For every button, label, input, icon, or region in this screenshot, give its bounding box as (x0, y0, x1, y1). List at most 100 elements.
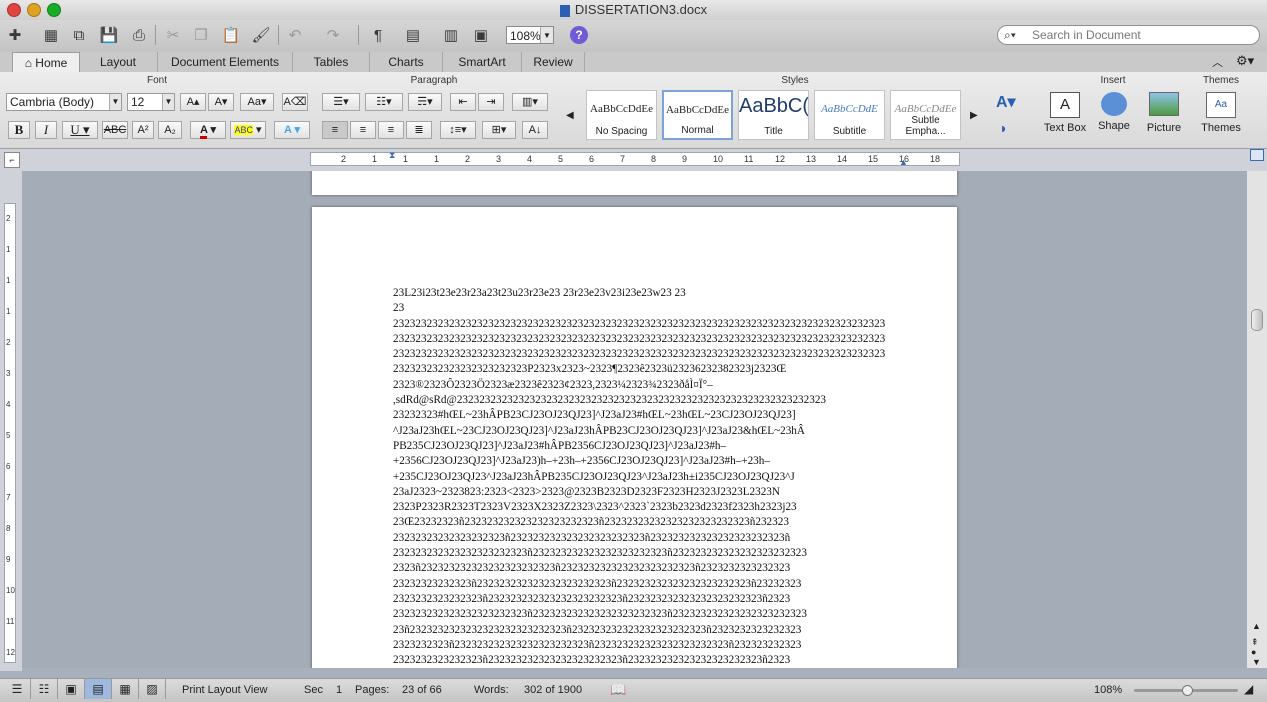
bullets-button[interactable]: ☰▾ (322, 93, 360, 111)
text-line[interactable]: 23ñ2323232323232323232323232323ñ23232323… (393, 623, 903, 638)
split-view-icon[interactable] (1250, 149, 1264, 161)
document-page[interactable]: 23L23i23t23e23r23a23t23u23r23e23 23r23e2… (312, 207, 957, 668)
vertical-scrollbar[interactable]: ▲ ⇞ ● ▼ (1247, 171, 1267, 668)
tab-charts[interactable]: Charts (370, 52, 443, 72)
right-indent-marker[interactable]: ▲ (899, 157, 908, 167)
scrollbar-thumb[interactable] (1251, 309, 1263, 331)
text-line[interactable]: 2323232323232323ñ23232323232323232323232… (393, 653, 903, 668)
resize-grip-icon[interactable]: ◢ (1244, 682, 1253, 696)
horizontal-ruler[interactable]: 2 1 1 1 2 3 4 5 6 7 8 9 10 11 12 13 14 15 16 18 ⧗ ▲ (310, 150, 960, 167)
text-line[interactable]: ^J23aJ23hŒL~23CJ23OJ23QJ23]^J23aJ23hÂPB2… (393, 424, 903, 439)
borders-button[interactable]: ⊞▾ (482, 121, 516, 139)
proofing-icon[interactable]: 📖 (610, 682, 626, 698)
shrink-font-button[interactable]: A▾ (208, 93, 234, 111)
zoom-slider-thumb[interactable] (1182, 685, 1193, 696)
clear-formatting-icon[interactable]: A⌫ (282, 93, 308, 111)
text-line[interactable]: 23L23i23t23e23r23a23t23u23r23e23 23r23e2… (393, 286, 903, 301)
text-line[interactable]: ,sdRd@sRd@232323232323232323232323232323… (393, 393, 903, 408)
picture-button[interactable]: Picture (1140, 92, 1188, 134)
themes-button[interactable]: Aa Themes (1198, 92, 1244, 134)
decrease-indent-button[interactable]: ⇤ (450, 93, 476, 111)
save-icon[interactable]: 💾 (98, 24, 120, 46)
collapse-ribbon-icon[interactable]: ︿ (1212, 54, 1223, 70)
font-color-button[interactable]: A ▾ (190, 121, 226, 139)
text-line[interactable]: 2323232323232323232323232323232323232323… (393, 317, 903, 332)
text-line[interactable]: 232323232323232323232323ñ232323232323232… (393, 546, 903, 561)
columns-button[interactable]: ▥▾ (512, 93, 548, 111)
words-value[interactable]: 302 of 1900 (524, 684, 582, 696)
grow-font-button[interactable]: A▴ (180, 93, 206, 111)
strikethrough-button[interactable]: ABC (102, 121, 128, 139)
sort-icon[interactable]: A↓ (522, 121, 548, 139)
publishing-view-icon[interactable]: ▣ (58, 679, 85, 699)
styles-pane-icon[interactable]: A▾ (996, 92, 1016, 112)
copy-icon[interactable]: ❐ (190, 24, 212, 46)
format-painter-icon[interactable]: 🖌 (250, 24, 272, 46)
minimize-window-button[interactable] (27, 3, 41, 17)
text-line[interactable]: 2323232323232323232323232323232323232323… (393, 332, 903, 347)
align-center-button[interactable]: ≡ (350, 121, 376, 139)
tab-smartart[interactable]: SmartArt (443, 52, 522, 72)
zoom-slider[interactable] (1134, 685, 1238, 696)
align-left-button[interactable]: ≡ (322, 121, 348, 139)
vertical-ruler[interactable]: 2 1 1 1 2 3 4 5 6 7 8 9 10 11 12 (4, 203, 16, 663)
text-line[interactable]: 2323P2323R2323T2323V2323X2323Z2323\2323^… (393, 500, 903, 515)
text-line[interactable]: 2323®2323Ô2323Ö2323æ2323ê2323¢2323,2323¼… (393, 378, 903, 393)
tab-document-elements[interactable]: Document Elements (158, 52, 293, 72)
text-line[interactable]: 23232323232323ñ232323232323232323232323ñ… (393, 577, 903, 592)
paste-icon[interactable]: 📋 (220, 24, 242, 46)
multilevel-list-button[interactable]: ☴▾ (408, 93, 442, 111)
font-size-select[interactable]: 12 ▼ (127, 93, 175, 111)
indent-marker[interactable]: ⧗ (389, 150, 395, 161)
sidebar-icon[interactable]: ▥ (440, 24, 462, 46)
draft-view-icon[interactable]: ☰ (4, 679, 31, 699)
text-line[interactable]: 232323232323232323232323ñ232323232323232… (393, 607, 903, 622)
scroll-down-icon[interactable]: ▼ (1252, 657, 1261, 667)
search-input[interactable]: ⌕▾ Search in Document (997, 25, 1260, 45)
scroll-up-icon[interactable]: ▲ (1252, 621, 1261, 631)
style-subtle-emphasis[interactable]: AaBbCcDdEe Subtle Empha... (890, 90, 961, 140)
ribbon-settings-icon[interactable]: ⚙▾ (1236, 53, 1254, 69)
style-no-spacing[interactable]: AaBbCcDdEe No Spacing (586, 90, 657, 140)
tab-layout[interactable]: Layout (79, 52, 158, 72)
media-browser-icon[interactable]: ▣ (470, 24, 492, 46)
new-document-icon[interactable]: ✚ (4, 24, 26, 46)
close-window-button[interactable] (7, 3, 21, 17)
help-icon[interactable]: ? (568, 24, 590, 46)
text-line[interactable]: 2323ñ232323232323232323232323ñ2323232323… (393, 561, 903, 576)
tab-review[interactable]: Review (522, 52, 585, 72)
view-icon[interactable]: ▤ (402, 24, 424, 46)
style-subtitle[interactable]: AaBbCcDdE Subtitle (814, 90, 885, 140)
text-line[interactable]: 23232323232323232323ñ2323232323232323232… (393, 531, 903, 546)
bold-button[interactable]: B (8, 121, 30, 139)
text-line[interactable]: 2323232323232323232323232323232323232323… (393, 347, 903, 362)
text-box-button[interactable]: A Text Box (1040, 92, 1090, 134)
highlight-button[interactable]: ABC ▾ (230, 121, 266, 139)
text-line[interactable]: 23232323#hŒL~23hÂPB23CJ23OJ23QJ23]^J23aJ… (393, 408, 903, 423)
browse-object-icon[interactable]: ● (1251, 647, 1256, 657)
outline-view-icon[interactable]: ☷ (31, 679, 58, 699)
text-line[interactable]: +235CJ23OJ23QJ23^J23aJ23hÂPB235CJ23OJ23Q… (393, 470, 903, 485)
print-layout-view-icon[interactable]: ▤ (85, 679, 112, 699)
cut-icon[interactable]: ✂ (162, 24, 184, 46)
text-line[interactable]: 23Œ23232323ñ232323232323232323232323ñ232… (393, 515, 903, 530)
text-line[interactable]: 232323232323232323232323P2323x2323~2323¶… (393, 362, 903, 377)
manage-styles-icon[interactable]: ◑ (998, 120, 1006, 136)
redo-icon[interactable]: ↷ (322, 24, 344, 46)
show-formatting-icon[interactable]: ¶ (367, 24, 389, 46)
tab-tables[interactable]: Tables (293, 52, 370, 72)
justify-button[interactable]: ≣ (406, 121, 432, 139)
italic-button[interactable]: I (35, 121, 57, 139)
font-name-select[interactable]: Cambria (Body) ▼ (6, 93, 122, 111)
document-canvas[interactable]: 23L23i23t23e23r23a23t23u23r23e23 23r23e2… (22, 171, 1247, 668)
style-normal[interactable]: AaBbCcDdEe Normal (662, 90, 733, 140)
document-body-text[interactable]: 23L23i23t23e23r23a23t23u23r23e23 23r23e2… (393, 286, 903, 668)
text-line[interactable]: 2323232323ñ232323232323232323232323ñ2323… (393, 638, 903, 653)
open-icon[interactable]: ⧉ (68, 24, 90, 46)
style-title[interactable]: AaBbC(Title (738, 90, 809, 140)
line-spacing-button[interactable]: ↕≡▾ (440, 121, 476, 139)
numbering-button[interactable]: ☷▾ (365, 93, 403, 111)
align-right-button[interactable]: ≡ (378, 121, 404, 139)
focus-view-icon[interactable]: ▨ (139, 679, 166, 699)
print-icon[interactable]: ⎙ (128, 24, 150, 46)
